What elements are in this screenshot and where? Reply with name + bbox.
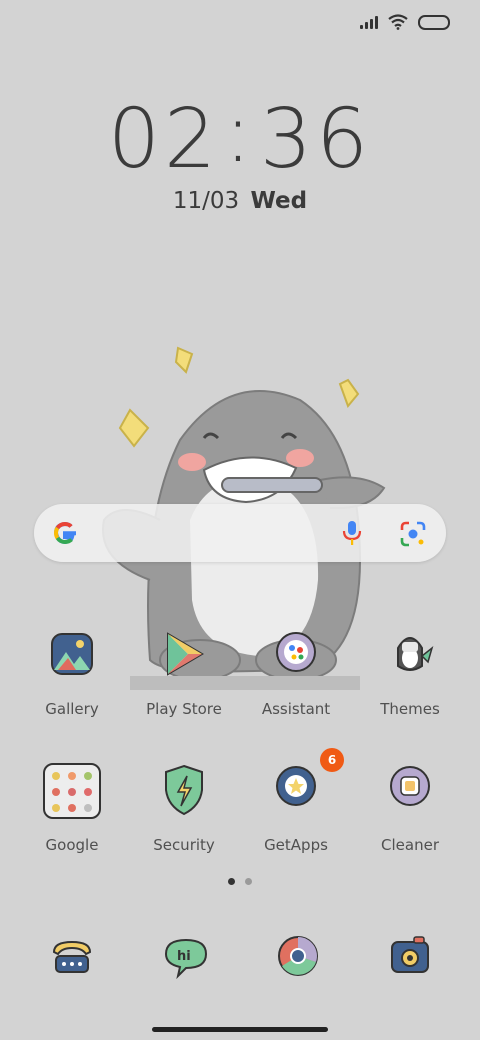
google-lens-icon[interactable] (400, 521, 426, 547)
clock-hours: 02 (107, 92, 221, 187)
app-label: Gallery (45, 700, 99, 718)
app-gallery[interactable]: Gallery (16, 626, 128, 718)
clock-separator: : (224, 86, 256, 181)
day-text: Wed (250, 188, 308, 214)
app-label: Security (153, 836, 215, 854)
dock-messaging[interactable]: hi (156, 930, 216, 990)
phone-icon (52, 940, 92, 973)
app-label: Assistant (261, 700, 331, 718)
play-store-icon (154, 626, 214, 686)
app-play-store[interactable]: Play Store (128, 626, 240, 718)
camera-icon (391, 936, 429, 973)
clock-minutes: 36 (259, 92, 373, 187)
page-dot (245, 878, 252, 885)
home-indicator-bar[interactable] (152, 1027, 328, 1032)
google-folder-icon (42, 762, 102, 822)
app-getapps[interactable]: 6 GetApps (240, 748, 352, 854)
app-themes[interactable]: Themes (354, 626, 466, 718)
google-search-bar[interactable]: G (34, 504, 446, 562)
themes-icon (380, 626, 440, 686)
cleaner-icon (380, 762, 440, 822)
app-google-folder[interactable]: Google (16, 762, 128, 854)
date-text: 11/03 (172, 188, 240, 214)
app-label: Google (45, 836, 99, 854)
messaging-icon: hi (164, 938, 208, 980)
status-bar (360, 14, 450, 30)
signal-icon (360, 15, 378, 29)
app-assistant[interactable]: Assistant (240, 626, 352, 718)
security-shield-icon (154, 762, 214, 822)
dock-camera[interactable] (380, 930, 440, 990)
gallery-icon (42, 626, 102, 686)
app-label: Themes (380, 700, 440, 718)
dock-browser[interactable] (268, 930, 328, 990)
page-indicator[interactable] (0, 878, 480, 885)
app-cleaner[interactable]: Cleaner (354, 762, 466, 854)
microphone-icon[interactable] (340, 520, 364, 546)
page-dot-active (228, 878, 235, 885)
getapps-icon: 6 (266, 748, 344, 822)
app-label: GetApps (264, 836, 328, 854)
wifi-icon (388, 14, 408, 30)
battery-icon (418, 14, 450, 30)
dock-phone[interactable] (42, 930, 102, 990)
google-g-icon (53, 521, 76, 545)
date-widget[interactable]: 11/03 Wed (0, 188, 480, 214)
notification-badge: 6 (320, 748, 344, 772)
clock-widget[interactable]: 02:36 (0, 86, 480, 187)
app-label: Play Store (146, 700, 222, 718)
app-security[interactable]: Security (128, 762, 240, 854)
assistant-icon (266, 626, 326, 686)
app-label: Cleaner (381, 836, 439, 854)
svg-text:hi: hi (177, 949, 191, 964)
browser-icon (278, 936, 318, 976)
